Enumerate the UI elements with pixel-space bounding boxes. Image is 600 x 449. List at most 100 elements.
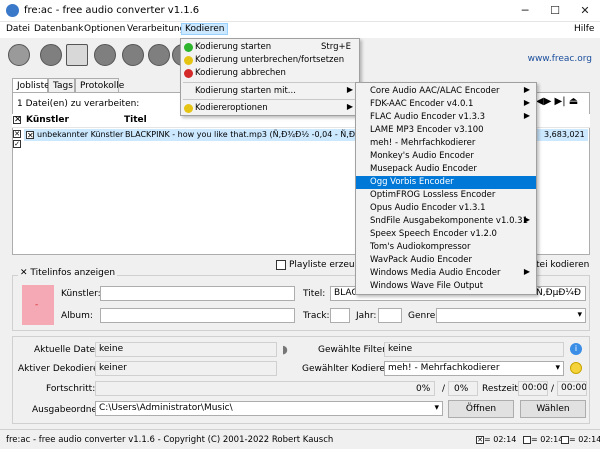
menu-item-stop-encoding[interactable]: Kodierung abbrechen bbox=[181, 67, 359, 80]
output-folder-select[interactable]: C:\Users\Administrator\Music\ ▾ bbox=[95, 401, 443, 416]
cue-label: tei kodieren bbox=[536, 260, 590, 270]
titleinfo-toggle[interactable]: ✕ Titelinfos anzeigen bbox=[18, 268, 118, 278]
encoder-submenu: Core Audio AAC/ALAC Encoder ▶ FDK-AAC Enc… bbox=[355, 82, 537, 295]
col-title-header[interactable]: Titel bbox=[124, 115, 147, 125]
status-check-icon-2 bbox=[523, 435, 531, 444]
encoder-item[interactable]: Windows Media Audio Encoder ▶ bbox=[356, 267, 536, 280]
settings-icon[interactable] bbox=[122, 44, 144, 66]
menu-item-encoder-options[interactable]: Kodiereroptionen ▶ bbox=[181, 102, 359, 115]
filter-label: Gewählte Filter: bbox=[318, 345, 389, 355]
year-input[interactable] bbox=[378, 308, 402, 323]
row-checkbox[interactable]: ✕ bbox=[13, 130, 21, 138]
encoder-select[interactable]: meh! - Mehrfachkodierer ▾ bbox=[384, 361, 564, 376]
track-label: Track: bbox=[303, 311, 330, 321]
remaining-a: 00:00 bbox=[518, 381, 548, 396]
genre-select[interactable]: ▾ bbox=[436, 308, 586, 323]
menu-verarbeitung[interactable]: Verarbeitung bbox=[127, 24, 185, 34]
encoder-label: Windows Media Audio Encoder bbox=[370, 268, 501, 278]
close-button[interactable]: ✕ bbox=[570, 0, 600, 22]
menu-datenbank[interactable]: Datenbank bbox=[34, 24, 83, 34]
open-button[interactable]: Öffnen bbox=[448, 400, 514, 418]
track-nav-icons[interactable]: ◀▶ ▶| ⏏ bbox=[536, 96, 578, 107]
encoder-item[interactable]: FDK-AAC Encoder v4.0.1 ▶ bbox=[356, 98, 536, 111]
encoder-config-icon[interactable] bbox=[570, 362, 582, 374]
submenu-arrow-icon: ▶ bbox=[346, 85, 353, 94]
menu-item-start-encoding[interactable]: Kodierung starten Strg+E bbox=[181, 41, 359, 54]
encoder-item[interactable]: Core Audio AAC/ALAC Encoder ▶ bbox=[356, 85, 536, 98]
remove-icon[interactable] bbox=[66, 44, 88, 66]
menu-item-shortcut: Strg+E bbox=[321, 42, 351, 52]
row-select-checkbox[interactable]: ✕ bbox=[26, 131, 34, 140]
encoder-label: WavPack Audio Encoder bbox=[370, 255, 472, 265]
status-check-icon-1: ✕ bbox=[476, 435, 484, 444]
year-label: Jahr: bbox=[356, 311, 377, 321]
output-folder-label: Ausgabeordner: bbox=[32, 405, 104, 415]
menu-bar: Datei Datenbank Optionen Verarbeitung Ko… bbox=[0, 22, 600, 38]
encoder-item[interactable]: LAME MP3 Encoder v3.100 bbox=[356, 124, 536, 137]
row-checkbox-2[interactable]: ✓ bbox=[13, 140, 21, 148]
encoder-item[interactable]: Musepack Audio Encoder bbox=[356, 163, 536, 176]
encoder-label: OptimFROG Lossless Encoder bbox=[370, 190, 496, 200]
chevron-down-icon: ▾ bbox=[434, 403, 439, 413]
artist-label: Künstler: bbox=[61, 289, 101, 299]
active-decoder-label: Aktiver Dekodierer: bbox=[18, 364, 106, 374]
chevron-down-icon: ▾ bbox=[555, 363, 560, 373]
encoder-label: FLAC Audio Encoder v1.3.3 bbox=[370, 112, 486, 122]
titleinfo-check-icon: ✕ bbox=[20, 268, 31, 278]
menu-item-pause-encoding[interactable]: Kodierung unterbrechen/fortsetzen bbox=[181, 54, 359, 67]
encoder-item[interactable]: Tom's Audiokompressor bbox=[356, 241, 536, 254]
encoder-item[interactable]: meh! - Mehrfachkodierer bbox=[356, 137, 536, 150]
encoder-label: Musepack Audio Encoder bbox=[370, 164, 477, 174]
title-value-right: - Ñ,ÐµÐ¼Ð bbox=[529, 288, 581, 298]
menu-datei[interactable]: Datei bbox=[6, 24, 30, 34]
filter-field: keine bbox=[384, 342, 564, 357]
encoder-item[interactable]: WavPack Audio Encoder bbox=[356, 254, 536, 267]
maximize-button[interactable]: ☐ bbox=[540, 0, 570, 22]
encoder-label: Ogg Vorbis Encoder bbox=[370, 177, 454, 187]
minimize-button[interactable]: ─ bbox=[510, 0, 540, 22]
cddb-icon[interactable] bbox=[94, 44, 116, 66]
encoder-item[interactable]: OptimFROG Lossless Encoder bbox=[356, 189, 536, 202]
filter-icon[interactable] bbox=[148, 44, 170, 66]
add-files-icon[interactable] bbox=[8, 44, 30, 66]
tab-protokolle[interactable]: Protokolle bbox=[75, 78, 124, 93]
menu-optionen[interactable]: Optionen bbox=[84, 24, 125, 34]
pause-icon bbox=[184, 56, 193, 65]
encoder-item[interactable]: Opus Audio Encoder v1.3.1 bbox=[356, 202, 536, 215]
freac-website-link[interactable]: www.freac.org bbox=[528, 54, 592, 64]
encoder-label: Windows Wave File Output bbox=[370, 281, 484, 291]
artist-input[interactable] bbox=[100, 286, 295, 301]
add-folder-icon[interactable] bbox=[40, 44, 62, 66]
choose-button[interactable]: Wählen bbox=[520, 400, 586, 418]
encoder-label: Gewählter Kodierer: bbox=[302, 364, 392, 374]
cover-placeholder-icon: - bbox=[35, 300, 39, 310]
encoder-item[interactable]: Monkey's Audio Encoder bbox=[356, 150, 536, 163]
encoder-label: Monkey's Audio Encoder bbox=[370, 151, 474, 161]
encoder-item[interactable]: FLAC Audio Encoder v1.3.3 ▶ bbox=[356, 111, 536, 124]
col-artist-header[interactable]: Künstler bbox=[26, 115, 69, 125]
menu-kodieren[interactable]: Kodieren bbox=[181, 23, 229, 35]
encoder-item-selected[interactable]: Ogg Vorbis Encoder bbox=[356, 176, 536, 189]
playlist-checkbox[interactable] bbox=[276, 260, 286, 270]
encoder-label: Core Audio AAC/ALAC Encoder bbox=[370, 86, 500, 96]
filter-info-icon[interactable]: i bbox=[570, 343, 582, 355]
encoder-item[interactable]: SndFile Ausgabekomponente v1.0.31 ▶ bbox=[356, 215, 536, 228]
encoder-label: FDK-AAC Encoder v4.0.1 bbox=[370, 99, 474, 109]
album-input[interactable] bbox=[100, 308, 295, 323]
encoder-label: meh! - Mehrfachkodierer bbox=[370, 138, 476, 148]
encoder-item[interactable]: Speex Speech Encoder v1.2.0 bbox=[356, 228, 536, 241]
tab-tags[interactable]: Tags bbox=[48, 78, 75, 93]
menu-item-start-encoding-with[interactable]: Kodierung starten mit... ▶ bbox=[181, 85, 359, 98]
title-bar: fre:ac - free audio converter v1.1.6 ─ ☐… bbox=[0, 0, 600, 22]
track-input[interactable] bbox=[330, 308, 350, 323]
tab-jobliste[interactable]: Jobliste bbox=[12, 78, 50, 93]
status-time-1: ✕= 02:14 bbox=[476, 435, 516, 444]
encoder-label: Tom's Audiokompressor bbox=[370, 242, 471, 252]
encoder-item[interactable]: Windows Wave File Output bbox=[356, 280, 536, 293]
select-all-checkbox[interactable]: ✕ bbox=[13, 116, 22, 125]
row-title: BLACKPINK - how you like that.mp3 (Ñ,Ð¾Ð… bbox=[125, 130, 361, 139]
encoder-label: Speex Speech Encoder v1.2.0 bbox=[370, 229, 497, 239]
status-time-1-value: = 02:14 bbox=[484, 435, 517, 444]
remaining-b: 00:00 bbox=[557, 381, 587, 396]
menu-hilfe[interactable]: Hilfe bbox=[574, 24, 594, 34]
